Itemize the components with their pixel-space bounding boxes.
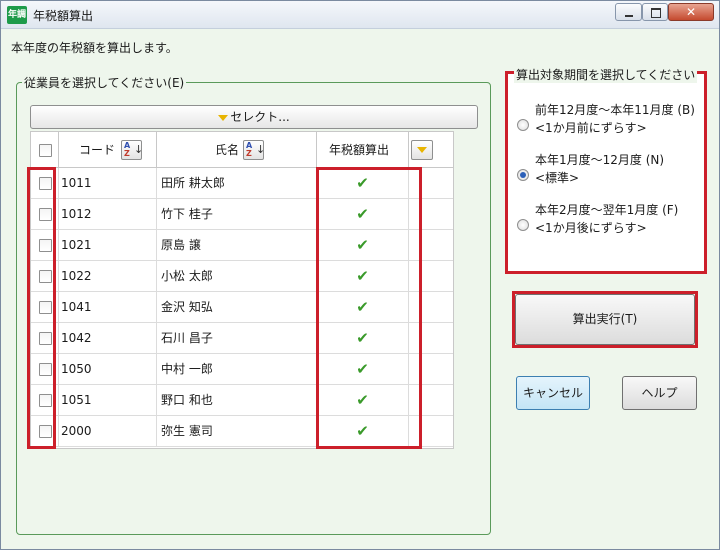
code-sort-button[interactable]: A Z ↓ (121, 140, 143, 160)
period-option-label[interactable]: 本年2月度～翌年1月度 (F) (535, 201, 678, 219)
row-name: 石川 昌子 (157, 323, 317, 354)
period-radio-1[interactable] (517, 119, 529, 131)
row-name: 中村 一郎 (157, 354, 317, 385)
header-check-cell (31, 132, 59, 168)
tax-column-highlight (316, 167, 422, 449)
select-button-label: セレクト... (230, 110, 290, 124)
close-button[interactable]: ✕ (668, 3, 714, 21)
checkbox-column-highlight (27, 167, 56, 449)
code-column-header: コード (79, 143, 116, 157)
row-code: 1012 (59, 199, 157, 230)
employee-group-label: 従業員を選択してください(E) (22, 74, 187, 91)
app-icon: 年調 (7, 6, 27, 24)
row-name: 竹下 桂子 (157, 199, 317, 230)
row-code: 1050 (59, 354, 157, 385)
row-code: 1051 (59, 385, 157, 416)
triangle-down-icon (218, 114, 229, 121)
dialog-window: 年調 年税額算出 ✕ 本年度の年税額を算出します。 従業員を選択してください(E… (0, 0, 720, 550)
period-option-label[interactable]: 本年1月度～12月度 (N) (535, 151, 664, 169)
name-sort-button[interactable]: A Z ↓ (243, 140, 265, 160)
name-column-header: 氏名 (215, 143, 240, 157)
close-icon: ✕ (685, 5, 697, 19)
minimize-button[interactable] (615, 3, 642, 21)
period-group-label: 算出対象期間を選択してください (514, 66, 698, 83)
row-name: 原島 譲 (157, 230, 317, 261)
select-button[interactable]: セレクト... (30, 105, 478, 129)
period-option-note: <1か月前にずらす> (535, 121, 647, 135)
tax-filter-button[interactable] (411, 140, 433, 160)
period-group: 算出対象期間を選択してください 前年12月度～本年11月度 (B) <1か月前にず… (505, 66, 707, 274)
period-radio-2[interactable] (517, 169, 529, 181)
row-code: 1011 (59, 168, 157, 199)
window-title: 年税額算出 (33, 9, 94, 23)
header-filler (409, 132, 453, 168)
row-name: 野口 和也 (157, 385, 317, 416)
row-code: 2000 (59, 416, 157, 447)
row-code: 1022 (59, 261, 157, 292)
row-name: 田所 耕太郎 (157, 168, 317, 199)
header-code-cell: コード A Z ↓ (59, 132, 157, 168)
row-name: 弥生 憲司 (157, 416, 317, 447)
instruction-text: 本年度の年税額を算出します。 (11, 41, 178, 55)
period-option-note: <標準> (535, 171, 580, 185)
row-code: 1042 (59, 323, 157, 354)
cancel-button[interactable]: キャンセル (516, 376, 590, 410)
row-name: 小松 太郎 (157, 261, 317, 292)
maximize-button[interactable] (642, 3, 668, 21)
period-option-label[interactable]: 前年12月度～本年11月度 (B) (535, 101, 695, 119)
tax-column-header: 年税額算出 (329, 143, 390, 157)
grid-header: コード A Z ↓ 氏名 A Z ↓ 年税額算出 (31, 132, 453, 168)
run-button[interactable]: 算出実行(T) (515, 294, 695, 345)
row-code: 1041 (59, 292, 157, 323)
title-bar[interactable]: 年調 年税額算出 ✕ (1, 1, 719, 29)
header-tax-cell: 年税額算出 (317, 132, 409, 168)
select-all-checkbox[interactable] (39, 144, 52, 157)
period-option-note: <1か月後にずらす> (535, 221, 647, 235)
filter-icon (417, 147, 427, 153)
help-button[interactable]: ヘルプ (622, 376, 697, 410)
row-code: 1021 (59, 230, 157, 261)
row-name: 金沢 知弘 (157, 292, 317, 323)
header-name-cell: 氏名 A Z ↓ (157, 132, 317, 168)
period-radio-3[interactable] (517, 219, 529, 231)
